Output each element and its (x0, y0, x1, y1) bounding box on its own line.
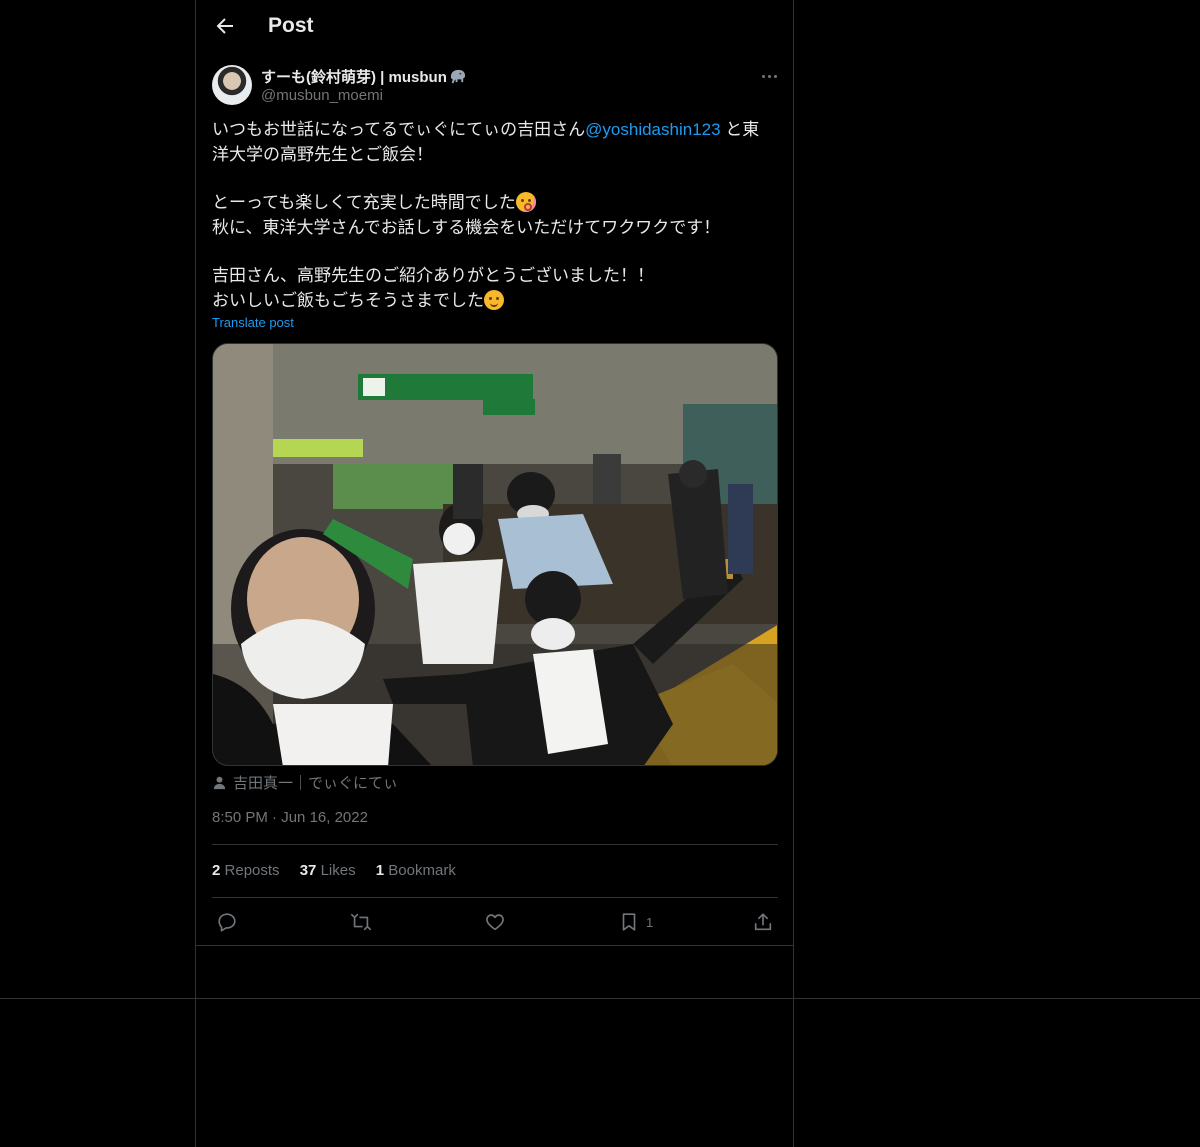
likes-stat[interactable]: 37 Likes (300, 862, 356, 879)
time-separator: · (272, 809, 278, 826)
divider (0, 998, 1200, 999)
post-line-6: おいしいご飯もごちそうさまでした (212, 289, 778, 314)
translate-link[interactable]: Translate post (212, 315, 294, 330)
author-name[interactable]: すーも(鈴村萌芽) | musbun (261, 66, 467, 87)
divider (196, 945, 793, 946)
post-line-3-text: とーっても楽しくて充実した時間でした (212, 193, 516, 212)
like-button[interactable] (484, 911, 506, 933)
post-line-1-suffix: と東 (720, 120, 760, 139)
bookmark-button[interactable]: 1 (618, 911, 653, 933)
person-icon (213, 776, 226, 790)
mention-link[interactable]: @yoshidashin123 (585, 120, 720, 139)
likes-label: Likes (320, 862, 356, 879)
divider (212, 897, 778, 898)
post-photo[interactable] (212, 343, 778, 766)
station-selfie-image (213, 344, 777, 765)
more-options-icon[interactable] (758, 66, 780, 86)
author-handle[interactable]: @musbun_moemi (261, 87, 383, 104)
engagement-stats: 2 Reposts 37 Likes 1 Bookmark (212, 862, 472, 879)
elephant-icon (448, 68, 467, 85)
reposts-count: 2 (212, 862, 221, 879)
bookmarks-stat[interactable]: 1 Bookmark (376, 862, 456, 879)
post-line-1-prefix: いつもお世話になってるでぃぐにてぃの吉田さん (212, 120, 586, 139)
bookmarks-count: 1 (375, 862, 385, 879)
repost-icon (351, 913, 371, 931)
back-arrow-icon[interactable] (213, 14, 237, 38)
reply-button[interactable] (216, 911, 238, 933)
post-line-4: 秋に、東洋大学さんでお話しする機会をいただけてワクワクです！ (212, 217, 721, 237)
reply-icon (218, 913, 236, 932)
tagged-people[interactable]: 吉田真一｜でぃぐにてぃ (212, 772, 398, 793)
reposts-label: Reposts (224, 862, 280, 879)
heart-icon (486, 914, 504, 931)
page-title: Post (268, 14, 314, 37)
post-line-5: 吉田さん、高野先生のご紹介ありがとうございました！！ (212, 266, 654, 285)
avatar[interactable] (212, 65, 252, 105)
kissing-face-icon (515, 192, 536, 212)
share-button[interactable] (752, 911, 774, 933)
tagged-name: 吉田真一｜でぃぐにてぃ (233, 775, 399, 792)
post-line-6-text: おいしいご飯もごちそうさまでした (212, 290, 484, 310)
post-line-3: とーっても楽しくて充実した時間でした (212, 191, 778, 216)
author-name-text: すーも(鈴村萌芽) | musbun (261, 69, 447, 86)
post-time: 8:50 PM (212, 809, 268, 826)
bookmark-icon (622, 913, 636, 931)
bookmark-count: 1 (646, 914, 654, 930)
repost-button[interactable] (350, 911, 372, 933)
likes-count: 37 (299, 862, 317, 879)
post-column: Post すーも(鈴村萌芽) | musbun @musbun_moemi いつ… (195, 0, 794, 1147)
share-icon (754, 913, 772, 931)
post-line-2: 洋大学の高野先生とご飯会！ (212, 144, 433, 164)
post-line-1: いつもお世話になってるでぃぐにてぃの吉田さん@yoshidashin123 と東 (212, 118, 778, 143)
reposts-stat[interactable]: 2 Reposts (212, 862, 280, 879)
post-text: いつもお世話になってるでぃぐにてぃの吉田さん@yoshidashin123 と東… (212, 118, 778, 313)
post-timestamp[interactable]: 8:50 PM · Jun 16, 2022 (212, 809, 368, 826)
bookmarks-label: Bookmark (388, 862, 456, 879)
smiling-face-icon (484, 289, 504, 310)
divider (212, 844, 778, 845)
post-date: Jun 16, 2022 (281, 809, 368, 826)
